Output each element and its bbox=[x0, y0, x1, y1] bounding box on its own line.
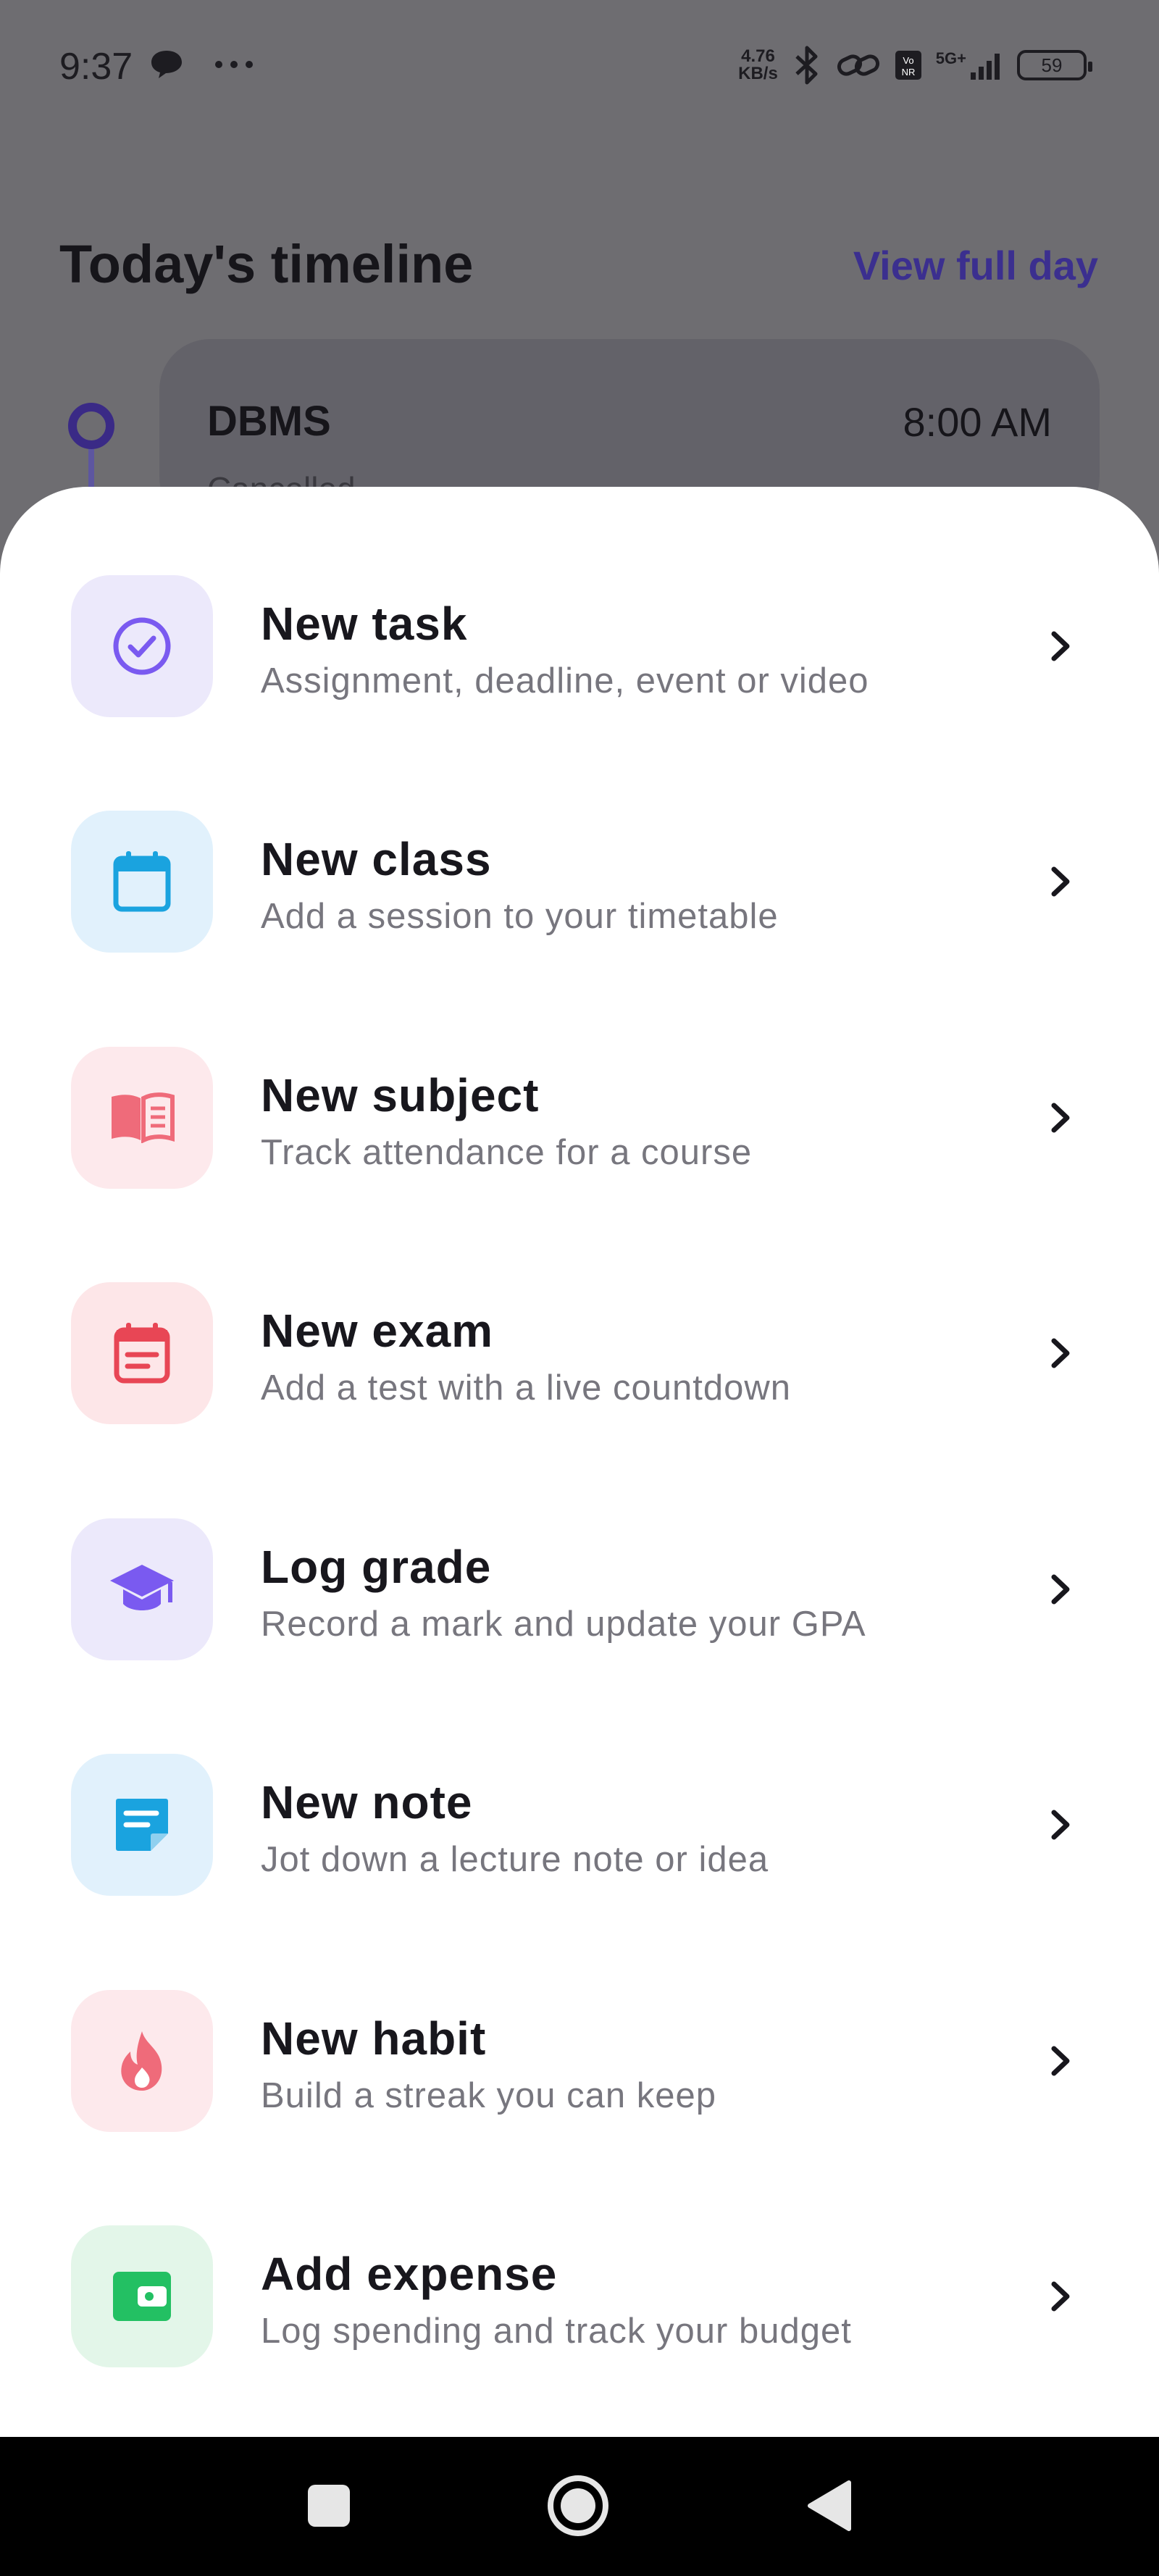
square-icon bbox=[308, 2485, 350, 2527]
battery-icon: 59 bbox=[1017, 50, 1092, 80]
back-button[interactable] bbox=[790, 2466, 869, 2546]
new-task-item[interactable]: New task Assignment, deadline, event or … bbox=[0, 575, 1159, 764]
status-bar: 9:37 4.76 KB/s Vo NR 5G+ 59 bbox=[0, 0, 1159, 138]
check-circle-icon bbox=[71, 575, 213, 717]
flame-icon bbox=[71, 1990, 213, 2132]
action-title: New subject bbox=[261, 1069, 540, 1121]
action-title: New habit bbox=[261, 2012, 487, 2065]
action-title: New task bbox=[261, 598, 468, 650]
action-title: New note bbox=[261, 1776, 473, 1828]
book-open-icon bbox=[71, 1047, 213, 1189]
new-habit-item[interactable]: New habit Build a streak you can keep bbox=[0, 1990, 1159, 2178]
recents-button[interactable] bbox=[289, 2466, 369, 2546]
action-description: Add a session to your timetable bbox=[261, 897, 779, 936]
calendar-note-icon bbox=[71, 1282, 213, 1424]
action-title: New exam bbox=[261, 1305, 494, 1357]
chevron-right-icon bbox=[1039, 624, 1082, 668]
note-icon bbox=[71, 1754, 213, 1896]
chevron-right-icon bbox=[1039, 1568, 1082, 1611]
chevron-right-icon bbox=[1039, 1803, 1082, 1847]
chevron-right-icon bbox=[1039, 860, 1082, 903]
new-subject-item[interactable]: New subject Track attendance for a cours… bbox=[0, 1047, 1159, 1235]
net-speed: 4.76 KB/s bbox=[738, 46, 778, 83]
volte-icon: Vo NR bbox=[895, 51, 921, 80]
new-class-item[interactable]: New class Add a session to your timetabl… bbox=[0, 811, 1159, 999]
wallet-icon bbox=[71, 2225, 213, 2367]
timeline-line bbox=[88, 449, 94, 493]
action-description: Track attendance for a course bbox=[261, 1133, 753, 1172]
chevron-right-icon bbox=[1039, 1096, 1082, 1139]
action-description: Log spending and track your budget bbox=[261, 2312, 852, 2351]
calendar-icon bbox=[71, 811, 213, 953]
system-nav-bar bbox=[0, 2437, 1159, 2576]
status-time: 9:37 bbox=[59, 46, 133, 88]
log-grade-item[interactable]: Log grade Record a mark and update your … bbox=[0, 1518, 1159, 1707]
timeline-card-title: DBMS bbox=[207, 398, 331, 445]
bluetooth-icon bbox=[795, 46, 818, 85]
action-title: New class bbox=[261, 833, 492, 885]
action-description: Record a mark and update your GPA bbox=[261, 1605, 866, 1644]
action-title: Add expense bbox=[261, 2248, 558, 2300]
action-description: Build a streak you can keep bbox=[261, 2076, 716, 2115]
page-title: Today's timeline bbox=[59, 234, 474, 294]
action-description: Add a test with a live countdown bbox=[261, 1368, 792, 1408]
action-description: Jot down a lecture note or idea bbox=[261, 1840, 769, 1879]
circle-icon bbox=[548, 2475, 608, 2536]
timeline-dot bbox=[68, 403, 114, 449]
svg-text:Vo: Vo bbox=[903, 55, 913, 66]
home-button[interactable] bbox=[538, 2466, 618, 2546]
view-full-day-link[interactable]: View full day bbox=[853, 242, 1098, 289]
chat-bubble-icon bbox=[151, 51, 182, 78]
chevron-right-icon bbox=[1039, 2039, 1082, 2083]
chevron-right-icon bbox=[1039, 2275, 1082, 2318]
chevron-right-icon bbox=[1039, 1331, 1082, 1375]
timeline-card-time: 8:00 AM bbox=[903, 399, 1052, 445]
quick-add-sheet: New task Assignment, deadline, event or … bbox=[0, 487, 1159, 2438]
action-title: Log grade bbox=[261, 1541, 492, 1593]
new-note-item[interactable]: New note Jot down a lecture note or idea bbox=[0, 1754, 1159, 1942]
new-exam-item[interactable]: New exam Add a test with a live countdow… bbox=[0, 1282, 1159, 1471]
svg-text:NR: NR bbox=[901, 67, 915, 78]
action-description: Assignment, deadline, event or video bbox=[261, 661, 869, 701]
back-triangle-icon bbox=[808, 2480, 851, 2531]
signal-icon: 5G+ bbox=[936, 49, 1004, 81]
add-expense-item[interactable]: Add expense Log spending and track your … bbox=[0, 2225, 1159, 2414]
graduation-cap-icon bbox=[71, 1518, 213, 1660]
link-icon bbox=[837, 54, 879, 76]
more-dots-icon bbox=[215, 61, 253, 68]
